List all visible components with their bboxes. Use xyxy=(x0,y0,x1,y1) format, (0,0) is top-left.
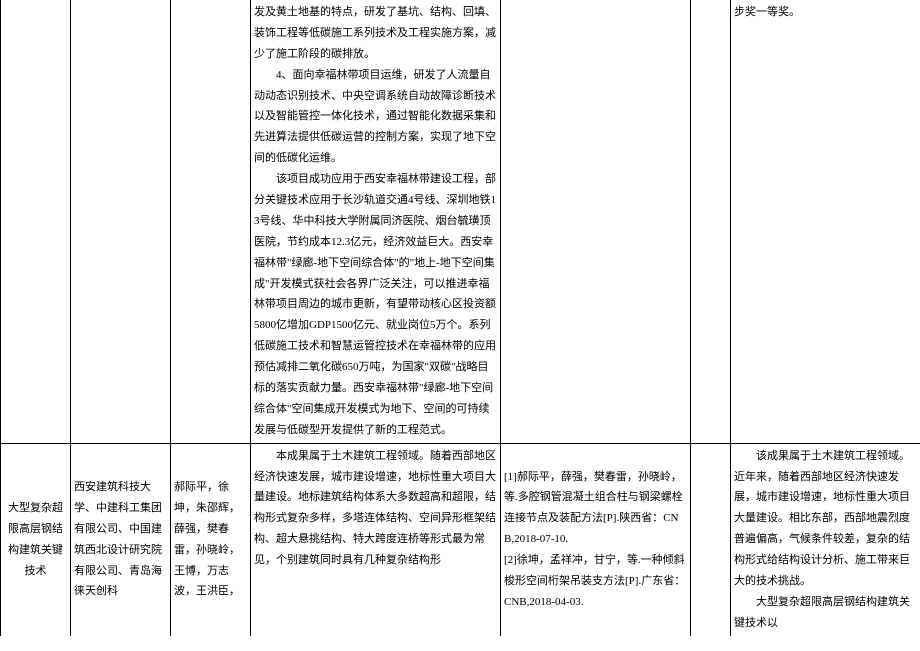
cell-r1-c1 xyxy=(1,0,71,443)
cell-r1-c3 xyxy=(171,0,251,443)
cell-r2-c3: 郝际平，徐坤，朱邵辉，薛强，樊春雷，孙晓岭，王博，万志波，王洪臣， xyxy=(171,443,251,636)
cell-r2-c4: 本成果属于土木建筑工程领域。随着西部地区经济快速发展，城市建设增速，地标性重大项… xyxy=(251,443,501,636)
r2-c3-text: 郝际平，徐坤，朱邵辉，薛强，樊春雷，孙晓岭，王博，万志波，王洪臣， xyxy=(174,481,240,597)
r1-c7-text: 步奖一等奖。 xyxy=(734,6,800,18)
cell-r2-c1: 大型复杂超限高层钢结构建筑关键技术 xyxy=(1,443,71,636)
cell-r2-c6 xyxy=(691,443,731,636)
cell-r2-c5: [1]郝际平，薛强，樊春雷，孙晓岭，等.多腔钢管混凝土组合柱与钢梁螺栓连接节点及… xyxy=(501,443,691,636)
cell-r1-c2 xyxy=(71,0,171,443)
cell-r1-c7: 步奖一等奖。 xyxy=(731,0,920,443)
r2-c7-p2: 大型复杂超限高层钢结构建筑关键技术以 xyxy=(734,592,917,634)
r1-c4-p3: 该项目成功应用于西安幸福林带建设工程，部分关键技术应用于长沙轨道交通4号线、深圳… xyxy=(254,169,497,441)
r2-c5-ref2: [2]徐坤，孟祥冲，甘宁，等.一种倾斜梭形空间桁架吊装支方法[P].广东省：CN… xyxy=(504,554,685,608)
cell-r1-c5 xyxy=(501,0,691,443)
r2-c1-text: 大型复杂超限高层钢结构建筑关键技术 xyxy=(8,502,63,577)
cell-r2-c7: 该成果属于土木建筑工程领域。近年来，随着西部地区经济快速发展，城市建设增速，地标… xyxy=(731,443,920,636)
cell-r1-c4: 发及黄土地基的特点，研发了基坑、结构、回填、装饰工程等低碳施工系列技术及工程实施… xyxy=(251,0,501,443)
r2-c4-text: 本成果属于土木建筑工程领域。随着西部地区经济快速发展，城市建设增速，地标性重大项… xyxy=(254,446,497,571)
r1-c4-p1: 发及黄土地基的特点，研发了基坑、结构、回填、装饰工程等低碳施工系列技术及工程实施… xyxy=(254,6,496,60)
cell-r2-c2: 西安建筑科技大学、中建科工集团有限公司、中国建筑西北设计研究院有限公司、青岛海徕… xyxy=(71,443,171,636)
cell-r1-c6 xyxy=(691,0,731,443)
r2-c5-ref1: [1]郝际平，薛强，樊春雷，孙晓岭，等.多腔钢管混凝土组合柱与钢梁螺栓连接节点及… xyxy=(504,471,683,546)
r1-c4-p2: 4、面向幸福林带项目运维，研发了人流量自动动态识别技术、中央空调系统自动故障诊断… xyxy=(254,65,497,169)
r2-c7-p1: 该成果属于土木建筑工程领域。近年来，随着西部地区经济快速发展，城市建设增速，地标… xyxy=(734,446,917,592)
r2-c2-text: 西安建筑科技大学、中建科工集团有限公司、中国建筑西北设计研究院有限公司、青岛海徕… xyxy=(74,481,162,597)
